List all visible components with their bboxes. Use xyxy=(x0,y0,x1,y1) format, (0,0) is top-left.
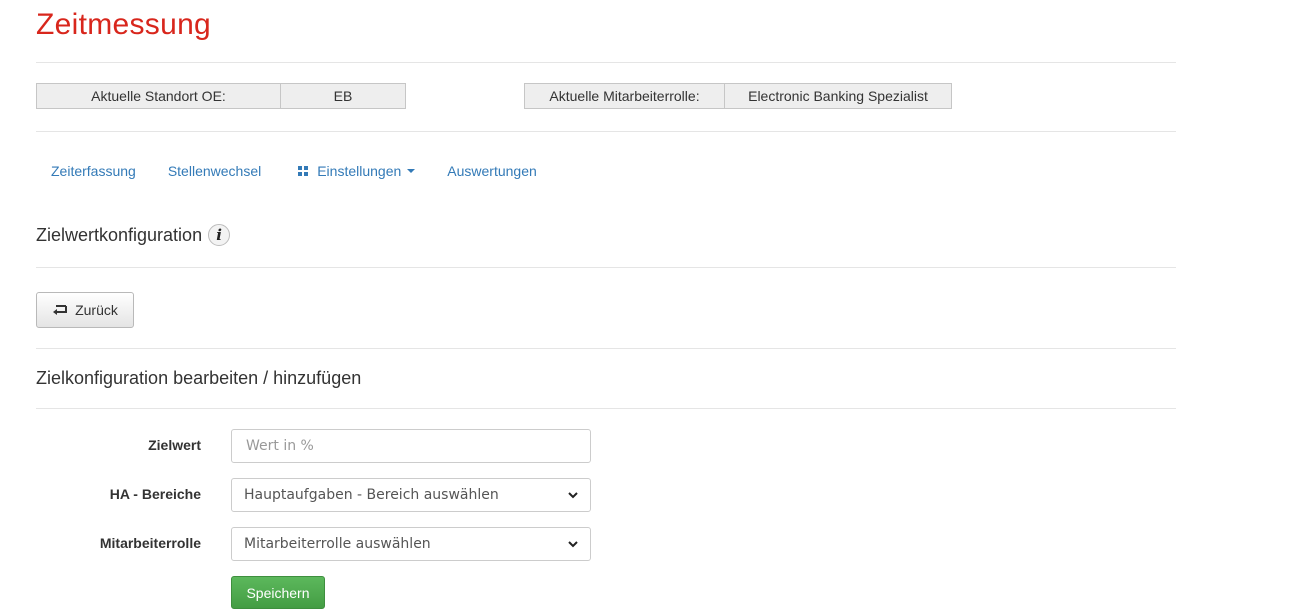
area-select[interactable]: Hauptaufgaben - Bereich auswählen xyxy=(231,478,591,512)
save-button[interactable]: Speichern xyxy=(231,576,325,609)
nav-item-zeiterfassung[interactable]: Zeiterfassung xyxy=(36,163,151,179)
role-select-label: Mitarbeiterrolle xyxy=(99,535,201,551)
location-value: EB xyxy=(280,84,405,108)
back-button[interactable]: Zurück xyxy=(36,292,134,328)
chevron-down-icon xyxy=(568,540,578,548)
target-value-field xyxy=(231,429,591,463)
info-icon[interactable]: i xyxy=(208,224,231,246)
area-select-value: Hauptaufgaben - Bereich auswählen xyxy=(244,487,499,503)
page-title: Zielwertkonfiguration i xyxy=(36,224,231,246)
role-select-value: Mitarbeiterrolle auswählen xyxy=(244,536,431,552)
form-title: Zielkonfiguration bearbeiten / hinzufüge… xyxy=(36,368,362,388)
nav-item-einstellungen[interactable]: Einstellungen xyxy=(283,163,430,179)
target-value-label: Zielwert xyxy=(148,437,201,453)
role-info-box: Aktuelle Mitarbeiterrolle: Electronic Ba… xyxy=(524,83,952,109)
role-select[interactable]: Mitarbeiterrolle auswählen xyxy=(231,527,591,561)
divider xyxy=(36,348,1176,349)
return-arrow-icon xyxy=(52,304,68,316)
location-label: Aktuelle Standort OE: xyxy=(91,88,226,104)
app-title: Zeitmessung xyxy=(36,8,212,41)
target-value-input[interactable] xyxy=(244,437,578,455)
nav-item-label: Einstellungen xyxy=(317,163,402,179)
divider xyxy=(36,62,1176,63)
location-info-box: Aktuelle Standort OE: EB xyxy=(36,83,406,109)
role-label: Aktuelle Mitarbeiterrolle: xyxy=(549,88,700,104)
grid-icon xyxy=(298,166,309,176)
nav-item-stellenwechsel[interactable]: Stellenwechsel xyxy=(153,163,276,179)
divider xyxy=(36,131,1176,132)
role-value: Electronic Banking Spezialist xyxy=(724,84,951,108)
chevron-down-icon xyxy=(568,491,578,499)
nav-item-auswertungen[interactable]: Auswertungen xyxy=(432,163,552,179)
chevron-down-icon xyxy=(407,169,416,173)
area-label: HA - Bereiche xyxy=(109,486,201,502)
main-nav: Zeiterfassung Stellenwechsel Einstellung… xyxy=(36,156,552,186)
divider xyxy=(36,267,1176,268)
divider xyxy=(36,408,1176,409)
page-title-text: Zielwertkonfiguration xyxy=(36,224,203,245)
back-button-label: Zurück xyxy=(75,302,118,318)
